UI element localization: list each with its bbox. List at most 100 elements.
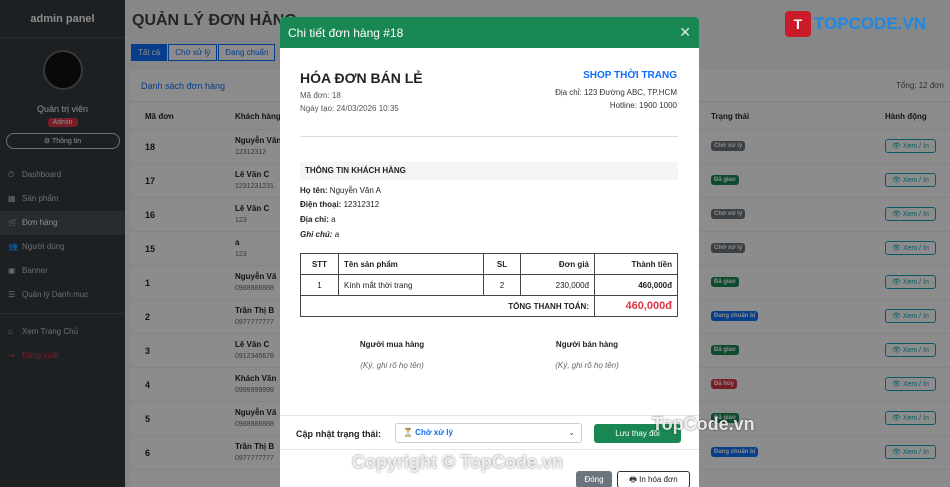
shop-hotline: Hotline: 1900 1000 — [609, 101, 677, 110]
status-select[interactable]: ⏳ Chờ xử lý ⌄ — [395, 423, 582, 443]
customer-phone: 0988888888 — [235, 421, 274, 428]
status-tabs: Tất cả Chờ xử lý Đang chuẩn — [131, 44, 276, 61]
sidebar-brand: admin panel — [0, 0, 125, 38]
page-title: QUẢN LÝ ĐƠN HÀNG — [132, 12, 297, 29]
customer-phone: 0977777777 — [235, 455, 274, 462]
sidebar-item-logout[interactable]: ⇥ Đăng xuất — [0, 344, 125, 368]
view-print-button[interactable]: 👁 Xem / In — [885, 241, 936, 255]
customer-note: Ghi chú: a — [300, 230, 340, 239]
brand-logo: T TOPCODE.VN — [784, 11, 926, 37]
view-print-button[interactable]: 👁 Xem / In — [885, 275, 936, 289]
customer-phone: 123 — [235, 217, 247, 224]
customer-phone: 0977777777 — [235, 319, 274, 326]
view-print-button[interactable]: 👁 Xem / In — [885, 343, 936, 357]
sidebar-item-home[interactable]: ⌂ Xem Trang Chủ — [0, 320, 125, 344]
status-badge: Chờ xử lý — [711, 141, 746, 151]
dashboard-icon: ⏱ — [8, 170, 15, 179]
home-icon: ⌂ — [8, 327, 13, 336]
close-icon[interactable]: ✕ — [679, 24, 691, 41]
items-row: 1 Kính mắt thời trang 2 230,000đ 460,000… — [300, 274, 678, 296]
order-id: 1 — [145, 278, 151, 288]
avatar — [42, 50, 83, 90]
logout-icon: ⇥ — [8, 351, 15, 360]
status-badge: Chờ xử lý — [711, 243, 746, 253]
col-id: Mã đơn — [145, 112, 174, 121]
customer-name: Lê Văn C — [235, 170, 270, 179]
items-header: STT Tên sản phẩm SL Đơn giá Thành tiền — [300, 253, 678, 275]
modal-title: Chi tiết đơn hàng #18 — [288, 26, 404, 40]
seller-signature: Người bán hàng (Ký, ghi rõ họ tên) — [555, 340, 619, 370]
printer-icon: 🖶 — [629, 475, 637, 484]
status-update-bar: Cập nhật trạng thái: ⏳ Chờ xử lý ⌄ Lưu th… — [280, 415, 699, 449]
customer-phone: Điện thoại: 12312312 — [300, 200, 380, 209]
customer-name: Họ tên: Nguyễn Văn A — [300, 186, 381, 195]
order-id: 18 — [145, 142, 156, 152]
invoice-date: Ngày tạo: 24/03/2026 10:35 — [300, 104, 399, 113]
modal-header: Chi tiết đơn hàng #18 ✕ — [280, 17, 699, 48]
tab-all[interactable]: Tất cả — [131, 44, 168, 61]
customer-name: Trần Thị B — [235, 306, 275, 315]
view-print-button[interactable]: 👁 Xem / In — [885, 377, 936, 391]
sidebar-item-users[interactable]: 👥 Người dùng — [0, 235, 125, 259]
customer-phone: 1231231231 — [235, 183, 274, 190]
items-table: STT Tên sản phẩm SL Đơn giá Thành tiền 1… — [300, 253, 678, 317]
divider — [300, 136, 678, 137]
status-badge: Đã giao — [711, 345, 739, 355]
view-print-button[interactable]: 👁 Xem / In — [885, 207, 936, 221]
logo-text: TOPCODE.VN — [813, 14, 926, 33]
view-print-button[interactable]: 👁 Xem / In — [885, 139, 936, 153]
customer-name: Lê Văn C — [235, 204, 270, 213]
invoice-order-code: Mã đơn: 18 — [300, 91, 341, 100]
info-button[interactable]: ⚙ Thông tin — [5, 133, 120, 149]
close-button[interactable]: Đóng — [576, 471, 612, 487]
order-id: 4 — [145, 380, 151, 390]
col-customer: Khách hàng — [235, 112, 281, 121]
order-detail-modal: Chi tiết đơn hàng #18 ✕ HÓA ĐƠN BÁN LẺ M… — [280, 17, 699, 487]
customer-section-title: THÔNG TIN KHÁCH HÀNG — [300, 162, 678, 180]
customer-name: Nguyễn Vă — [235, 272, 277, 281]
order-id: 16 — [145, 210, 156, 220]
status-badge: Chờ xử lý — [711, 209, 746, 219]
role-badge: Admin — [47, 118, 78, 127]
sidebar-item-products[interactable]: ▦ Sản phẩm — [0, 187, 125, 211]
customer-phone: 123 — [235, 251, 247, 258]
cart-icon: 🛒 — [8, 218, 18, 227]
col-status: Trạng thái — [711, 112, 750, 121]
status-badge: Đã giao — [711, 277, 739, 287]
items-total-row: TỔNG THANH TOÁN: 460,000đ — [300, 295, 678, 317]
shop-name: SHOP THỜI TRANG — [583, 70, 677, 81]
col-action: Hành động — [885, 112, 927, 121]
view-print-button[interactable]: 👁 Xem / In — [885, 173, 936, 187]
view-print-button[interactable]: 👁 Xem / In — [885, 411, 936, 425]
order-id: 5 — [145, 414, 151, 424]
customer-phone: 0988888888 — [235, 285, 274, 292]
customer-name: Lê Văn C — [235, 340, 270, 349]
status-badge: Đã giao — [711, 175, 739, 185]
buyer-signature: Người mua hàng (Ký, ghi rõ họ tên) — [359, 340, 425, 370]
tab-pending[interactable]: Chờ xử lý — [168, 44, 218, 61]
sidebar-item-orders[interactable]: 🛒 Đơn hàng — [0, 211, 125, 235]
tab-preparing[interactable]: Đang chuẩn — [218, 44, 276, 61]
image-icon: ▣ — [8, 266, 16, 275]
view-print-button[interactable]: 👁 Xem / In — [885, 309, 936, 323]
watermark: TopCode.vn — [652, 414, 755, 434]
customer-phone: 0912345678 — [235, 353, 274, 360]
users-icon: 👥 — [8, 242, 18, 251]
list-icon: ☰ — [8, 290, 16, 299]
watermark-copyright: Copyright © TopCode.vn — [352, 452, 563, 472]
print-button[interactable]: 🖶 In hóa đơn — [617, 471, 690, 487]
invoice-title: HÓA ĐƠN BÁN LẺ — [300, 70, 423, 86]
view-print-button[interactable]: 👁 Xem / In — [885, 445, 936, 459]
customer-address: Địa chỉ: a — [300, 215, 336, 224]
order-id: 6 — [145, 448, 151, 458]
sidebar-divider — [0, 313, 125, 314]
modal-body: HÓA ĐƠN BÁN LẺ Mã đơn: 18 Ngày tạo: 24/0… — [280, 48, 699, 408]
sidebar-item-categories[interactable]: ☰ Quản lý Danh mục — [0, 283, 125, 307]
status-badge: Đã hủy — [711, 379, 738, 389]
shop-address: Địa chỉ: 123 Đường ABC, TP.HCM — [555, 88, 677, 97]
invoice: HÓA ĐƠN BÁN LẺ Mã đơn: 18 Ngày tạo: 24/0… — [280, 48, 699, 408]
customer-name: Trần Thị B — [235, 442, 275, 451]
sidebar-item-dashboard[interactable]: ⏱ Dashboard — [0, 163, 125, 187]
sidebar-item-banner[interactable]: ▣ Banner — [0, 259, 125, 283]
customer-phone: 12312312 — [235, 149, 267, 156]
